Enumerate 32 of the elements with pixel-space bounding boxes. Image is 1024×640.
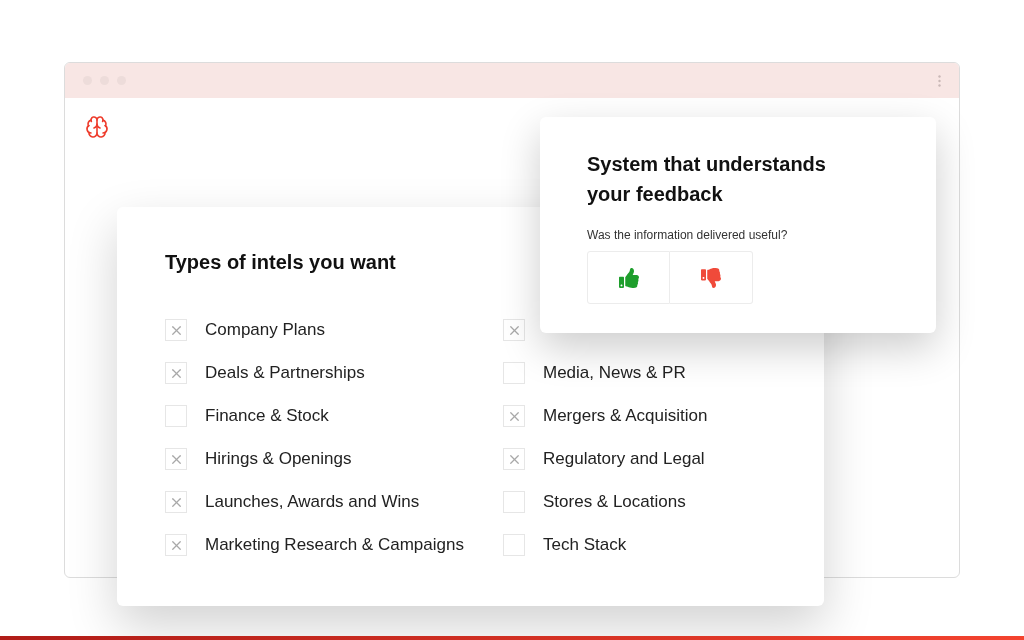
option-label: Deals & Partnerships <box>205 362 365 385</box>
checkbox[interactable] <box>503 319 525 341</box>
checkbox[interactable] <box>165 491 187 513</box>
card-title: System that understands your feedback <box>587 152 827 207</box>
checkbox[interactable] <box>503 491 525 513</box>
option-label: Marketing Research & Campaigns <box>205 534 464 557</box>
brain-icon <box>85 115 109 139</box>
checkbox[interactable] <box>165 448 187 470</box>
thumbs-down-icon <box>701 267 721 288</box>
checkbox[interactable] <box>503 448 525 470</box>
option-label: Tech Stack <box>543 534 627 557</box>
option-label: Company Plans <box>205 319 325 342</box>
question-text: Was the information delivered useful? <box>587 227 789 244</box>
option-label: Stores & Locations <box>543 491 686 514</box>
checkbox[interactable] <box>165 534 187 556</box>
checkbox[interactable] <box>165 362 187 384</box>
option-label: Regulatory and Legal <box>543 448 705 471</box>
checkbox[interactable] <box>503 362 525 384</box>
thumbs-up-button[interactable] <box>587 251 670 304</box>
option-label: Launches, Awards and Wins <box>205 491 420 514</box>
option-label: Finance & Stock <box>205 405 329 428</box>
option-label: Media, News & PR <box>543 362 686 385</box>
thumbs-down-button[interactable] <box>670 251 753 304</box>
checkbox[interactable] <box>503 405 525 427</box>
checkbox[interactable] <box>165 319 187 341</box>
option-label: Hirings & Openings <box>205 448 352 471</box>
more-icon[interactable] <box>938 74 941 87</box>
card-title: Types of intels you want <box>165 250 397 275</box>
option-label: Mergers & Acquisition <box>543 405 708 428</box>
thumbs-up-icon <box>618 267 639 288</box>
checkbox[interactable] <box>165 405 187 427</box>
checkbox[interactable] <box>503 534 525 556</box>
